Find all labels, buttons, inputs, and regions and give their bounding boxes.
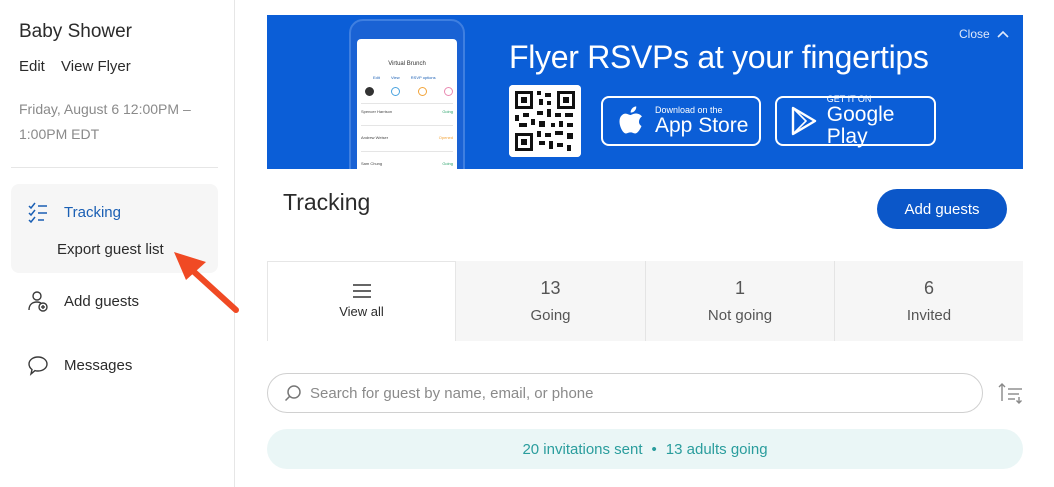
view-flyer-link[interactable]: View Flyer [61, 58, 131, 75]
tab-invited[interactable]: 6 Invited [834, 261, 1023, 341]
tab-label: Invited [906, 307, 952, 324]
phone-tabs: Edit View RSVP options [373, 75, 446, 80]
phone-tab: Edit [373, 75, 380, 80]
phone-guest-name: Sam Chung [361, 161, 383, 166]
phone-divider [361, 103, 453, 104]
sidebar-divider [11, 167, 218, 168]
event-links: Edit View Flyer [19, 58, 143, 75]
app-promo-banner: Virtual Brunch Edit View RSVP options Sp… [267, 15, 1023, 169]
sidebar-item-label: Messages [64, 356, 133, 374]
play-icon [787, 106, 821, 136]
phone-screen: Virtual Brunch Edit View RSVP options Sp… [357, 39, 457, 169]
phone-dot [417, 87, 427, 96]
banner-close-label: Close [959, 27, 990, 41]
chevron-up-icon [997, 30, 1009, 38]
phone-guest-name: Andrew Weiser [361, 135, 389, 140]
phone-mockup: Virtual Brunch Edit View RSVP options Sp… [349, 19, 465, 169]
qr-code-icon [509, 85, 581, 157]
banner-headline: Flyer RSVPs at your fingertips [509, 39, 929, 75]
summary-separator: • [651, 440, 657, 458]
phone-stat-dots [365, 87, 453, 96]
event-title: Baby Shower [19, 21, 133, 42]
tab-label: Going [530, 307, 571, 324]
red-arrow-annotation [174, 252, 239, 313]
add-guests-button[interactable]: Add guests [877, 189, 1007, 229]
sidebar-item-label: Tracking [64, 203, 121, 221]
tab-label: Not going [707, 307, 773, 324]
phone-guest-status: Going [442, 109, 453, 114]
google-play-text: GET IT ON Google Play [827, 94, 934, 148]
tab-view-all[interactable]: View all [267, 261, 456, 341]
banner-close-button[interactable]: Close [959, 27, 1010, 41]
phone-tab: RSVP options [410, 75, 436, 80]
menu-lines-icon [352, 284, 371, 298]
tab-not-going[interactable]: 1 Not going [645, 261, 834, 341]
phone-dot [391, 87, 401, 96]
google-play-button[interactable]: GET IT ON Google Play [775, 94, 936, 148]
phone-guest-name: Spencer Harrison [361, 109, 393, 114]
chat-bubble-icon [27, 354, 49, 376]
invitation-summary-bar: 20 invitations sent • 13 adults going [267, 429, 1023, 469]
phone-divider [361, 125, 453, 126]
guest-search-bar [267, 373, 983, 413]
phone-guest-status: Opened [438, 135, 453, 140]
apple-icon [613, 106, 649, 136]
phone-guest-status: Going [442, 161, 453, 166]
sidebar-item-add-guests[interactable]: Add guests [27, 290, 139, 312]
tab-count: 13 [540, 278, 561, 298]
sort-icon[interactable] [998, 381, 1024, 405]
guest-status-tabs: View all 13 Going 1 Not going 6 Invited [267, 261, 1023, 341]
sidebar-item-label: Add guests [64, 292, 140, 310]
invitations-sent-text: 20 invitations sent [522, 440, 643, 458]
sidebar-item-export-guest-list[interactable]: Export guest list [57, 241, 164, 258]
search-input[interactable] [310, 384, 950, 402]
search-icon [284, 384, 302, 402]
event-time: Friday, August 6 12:00PM – 1:00PM EDT [19, 101, 191, 142]
add-user-icon [27, 290, 49, 312]
page-title: Tracking [283, 189, 371, 215]
sidebar-item-messages[interactable]: Messages [27, 354, 132, 376]
tab-count: 1 [734, 278, 745, 298]
phone-dot [365, 87, 374, 96]
tab-going[interactable]: 13 Going [456, 261, 645, 341]
phone-tab: View [391, 75, 400, 80]
app-store-big-text: App Store [655, 114, 749, 137]
edit-link[interactable]: Edit [19, 58, 45, 75]
app-store-button[interactable]: Download on the App Store [601, 96, 761, 146]
checklist-icon [27, 201, 49, 223]
phone-event-title: Virtual Brunch [388, 61, 426, 67]
tab-label: View all [339, 304, 384, 319]
adults-going-text: 13 adults going [665, 440, 768, 458]
sidebar: Baby Shower Edit View Flyer Friday, Augu… [0, 0, 235, 487]
app-store-text: Download on the App Store [655, 105, 748, 137]
phone-divider [361, 151, 453, 152]
google-play-big-text: Google Play [826, 103, 895, 148]
tab-count: 6 [923, 278, 934, 298]
phone-dot [443, 87, 453, 96]
sidebar-item-tracking[interactable]: Tracking [27, 201, 121, 223]
